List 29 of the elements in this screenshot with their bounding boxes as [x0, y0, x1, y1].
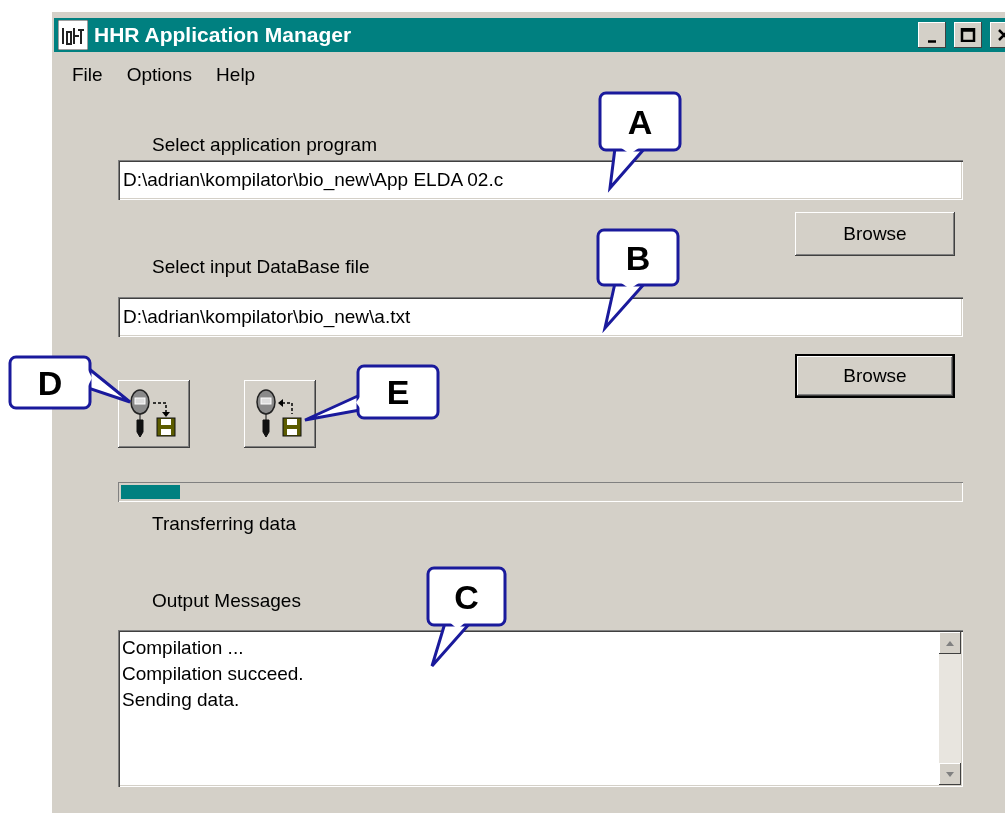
- scrollbar[interactable]: [939, 632, 961, 785]
- app-icon: [58, 20, 88, 50]
- minimize-button[interactable]: [918, 22, 946, 48]
- section-label: Output Messages: [152, 589, 301, 613]
- maximize-icon: [960, 28, 976, 42]
- callout: D: [8, 355, 132, 410]
- maximize-button[interactable]: [954, 22, 982, 48]
- callout: C: [426, 566, 507, 668]
- minimize-icon: [928, 39, 936, 43]
- field-label: Select input DataBase file: [152, 255, 370, 279]
- window-title: HHR Application Manager: [94, 23, 353, 47]
- transfer-button[interactable]: [244, 380, 316, 448]
- browse-button[interactable]: Browse: [795, 212, 955, 256]
- output-line: Compilation succeed.: [122, 662, 305, 686]
- status-text: Transferring data: [152, 512, 296, 536]
- scroll-up-button[interactable]: [939, 632, 961, 654]
- callout: A: [598, 91, 682, 193]
- callout: B: [596, 228, 680, 334]
- callout: E: [303, 364, 440, 422]
- down-arrow-icon: [944, 769, 956, 779]
- menu-item[interactable]: File: [60, 64, 115, 86]
- menu-item[interactable]: Options: [114, 64, 205, 86]
- menu-item[interactable]: Help: [204, 64, 268, 86]
- output-line: Sending data.: [122, 688, 241, 712]
- transfer-button[interactable]: [118, 380, 190, 448]
- browse-button[interactable]: Browse: [795, 354, 955, 398]
- scroll-down-button[interactable]: [939, 763, 961, 785]
- field-label: Select application program: [152, 133, 377, 157]
- output-line: Compilation ...: [122, 636, 245, 660]
